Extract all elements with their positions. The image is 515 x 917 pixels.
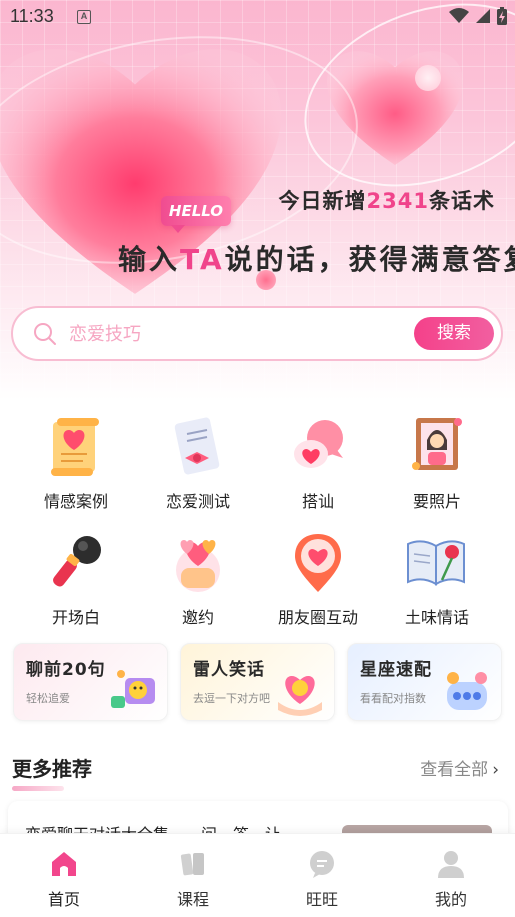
promo-card-zodiac-match[interactable]: 星座速配 看看配对指数 xyxy=(347,643,502,721)
daily-stats: 今日新增2341条话术 xyxy=(279,185,495,215)
category-label: 邀约 xyxy=(181,608,214,627)
promo-card-title: 星座速配 xyxy=(360,660,432,680)
category-emotional-cases[interactable]: 情感案例 xyxy=(17,414,135,512)
user-icon xyxy=(438,851,464,878)
stats-prefix: 今日新增 xyxy=(278,189,367,213)
category-moments-interaction[interactable]: 朋友圈互动 xyxy=(259,530,377,628)
book-rose-icon xyxy=(407,540,465,586)
wifi-icon xyxy=(449,8,469,23)
hello-badge: HELLO xyxy=(161,196,231,233)
promo-card-jokes[interactable]: 雷人笑话 去逗一下对方吧 xyxy=(180,643,335,721)
book-icon xyxy=(180,853,204,876)
tab-wangwang[interactable]: 旺旺 xyxy=(258,834,386,917)
promo-card-subtitle: 轻松追爱 xyxy=(26,692,70,705)
headline-part: 说的话，获得满意答复 xyxy=(224,243,515,276)
chevron-right-icon: › xyxy=(492,760,499,780)
view-all-link[interactable]: 查看全部 › xyxy=(420,755,499,780)
promo-card-first-20-lines[interactable]: 聊前20句 轻松追爱 xyxy=(13,643,168,721)
microphone-icon xyxy=(53,536,101,587)
promo-card-title: 聊前20句 xyxy=(26,660,106,680)
signal-icon xyxy=(476,9,490,23)
search-button[interactable]: 搜索 xyxy=(414,317,494,350)
constellation-chat-icon xyxy=(447,672,487,710)
location-heart-icon xyxy=(295,534,341,592)
category-invite[interactable]: 邀约 xyxy=(139,530,257,628)
speech-bubble-heart-icon xyxy=(294,420,343,468)
view-all-label: 查看全部 xyxy=(420,760,489,780)
tab-profile[interactable]: 我的 xyxy=(387,834,515,917)
scroll-heart-icon xyxy=(51,418,99,476)
promo-card-subtitle: 看看配对指数 xyxy=(360,692,426,705)
category-cheesy-lines[interactable]: 土味情话 xyxy=(378,530,496,628)
search-input[interactable] xyxy=(69,318,399,350)
more-recommend-title: 更多推荐 xyxy=(12,757,92,781)
tab-label: 我的 xyxy=(434,890,467,909)
chat-smile-icon xyxy=(111,670,155,708)
promo-card-title: 雷人笑话 xyxy=(193,660,265,680)
category-label: 土味情话 xyxy=(404,608,469,627)
category-label: 朋友圈互动 xyxy=(277,608,358,627)
category-pickup[interactable]: 搭讪 xyxy=(259,414,377,512)
letter-bow-icon xyxy=(174,417,220,475)
tab-label: 首页 xyxy=(47,890,80,909)
category-label: 搭讪 xyxy=(301,492,334,511)
category-label: 情感案例 xyxy=(43,492,108,511)
category-label: 要照片 xyxy=(412,492,461,511)
stats-suffix: 条话术 xyxy=(429,189,495,213)
tab-label: 旺旺 xyxy=(305,890,338,909)
headline-highlight: TA xyxy=(180,243,225,276)
search-bar: 搜索 xyxy=(11,306,503,361)
bottom-tab-bar: 首页 课程 旺旺 我的 xyxy=(0,833,515,917)
headline-part: 输入 xyxy=(118,243,181,276)
category-label: 开场白 xyxy=(51,608,100,627)
chat-bubble-icon xyxy=(310,851,334,878)
tab-courses[interactable]: 课程 xyxy=(129,834,257,917)
gift-hearts-icon xyxy=(176,540,220,592)
status-time: 11:33 xyxy=(10,6,54,26)
title-underline xyxy=(12,786,64,791)
search-icon xyxy=(34,323,56,345)
bubble-decoration xyxy=(415,65,441,91)
battery-charging-icon xyxy=(497,7,507,25)
category-label: 恋爱测试 xyxy=(165,492,230,511)
home-icon xyxy=(52,852,76,876)
a-letter-icon: A xyxy=(77,10,91,24)
tab-home[interactable]: 首页 xyxy=(0,834,128,917)
photo-frame-icon xyxy=(412,418,462,470)
hero-headline: 输入TA说的话，获得满意答复 xyxy=(118,238,515,278)
category-ask-photo[interactable]: 要照片 xyxy=(378,414,496,512)
tab-label: 课程 xyxy=(176,890,209,909)
status-bar: 11:33 A xyxy=(0,0,515,34)
category-opening-lines[interactable]: 开场白 xyxy=(17,530,135,628)
promo-card-subtitle: 去逗一下对方吧 xyxy=(193,692,270,705)
hands-heart-icon xyxy=(278,676,322,716)
stats-count: 2341 xyxy=(366,189,429,213)
category-love-test[interactable]: 恋爱测试 xyxy=(139,414,257,512)
